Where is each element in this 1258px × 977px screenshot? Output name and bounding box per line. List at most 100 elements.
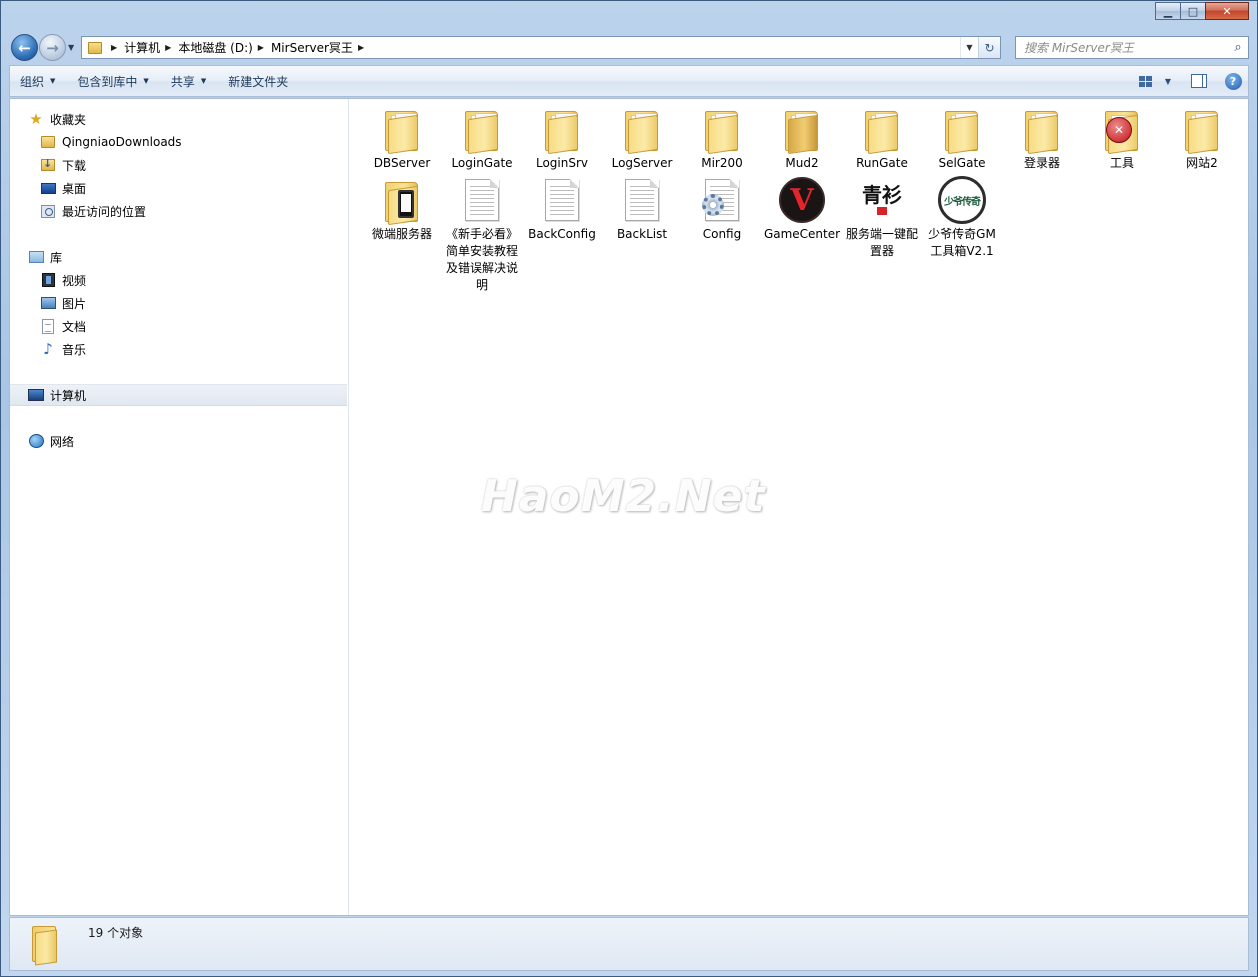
text-document-icon: [538, 176, 586, 224]
change-view-button[interactable]: [1130, 66, 1160, 96]
file-name: Mud2: [785, 156, 819, 170]
file-item-dbserver[interactable]: DBServer: [362, 105, 442, 172]
folder-phone-icon: [378, 176, 426, 226]
nav-item-label: 音乐: [62, 342, 87, 357]
help-button[interactable]: ?: [1218, 66, 1248, 96]
search-icon[interactable]: ⌕: [1228, 40, 1248, 55]
command-bar: 组织 ▼ 包含到库中 ▼ 共享 ▼ 新建文件夹 ▼ ?: [9, 65, 1249, 97]
desktop-icon: [40, 180, 56, 196]
folder-icon: [938, 105, 986, 155]
file-item-mud2[interactable]: Mud2: [762, 105, 842, 172]
folder-icon: [88, 41, 102, 54]
computer-icon: [28, 387, 44, 403]
file-item-selgate[interactable]: SelGate: [922, 105, 1002, 172]
minimize-button[interactable]: ▁: [1155, 2, 1181, 20]
breadcrumb-mirserver[interactable]: MirServer冥王: [271, 39, 353, 56]
file-item-loginsrv[interactable]: LoginSrv: [522, 105, 602, 172]
nav-computer[interactable]: 计算机: [10, 384, 347, 406]
folder-icon: [378, 105, 426, 155]
include-in-library-label: 包含到库中: [77, 74, 138, 89]
explorer-window: ▁ □ ✕ ← → ▼ ▶ 计算机 ▶ 本地磁盘 (D:) ▶ MirServe…: [0, 0, 1258, 977]
recent-pages-dropdown[interactable]: ▼: [68, 43, 74, 52]
file-name: BackList: [616, 227, 668, 241]
folder-icon: [618, 105, 666, 155]
arrow-right-icon: →: [46, 38, 59, 57]
text-document-icon: [458, 176, 506, 224]
nav-qingniaodownloads[interactable]: QingniaoDownloads: [10, 131, 347, 153]
file-item-mir200[interactable]: Mir200: [682, 105, 762, 172]
nav-music[interactable]: ♪ 音乐: [10, 338, 347, 360]
nav-recent-places[interactable]: 最近访问的位置: [10, 200, 347, 222]
file-item-website2[interactable]: 网站2: [1162, 105, 1242, 172]
address-bar[interactable]: ▶ 计算机 ▶ 本地磁盘 (D:) ▶ MirServer冥王 ▶ ▼ ↻: [81, 36, 1001, 59]
file-item-tools[interactable]: ✕ 工具: [1082, 105, 1162, 172]
file-item-gamecenter[interactable]: V GameCenter: [762, 176, 842, 243]
new-folder-button[interactable]: 新建文件夹: [218, 66, 300, 96]
breadcrumb-drive-d[interactable]: 本地磁盘 (D:): [178, 39, 252, 56]
chevron-down-icon: ▼: [200, 77, 207, 85]
close-button[interactable]: ✕: [1205, 2, 1249, 20]
breadcrumb-computer[interactable]: 计算机: [124, 39, 160, 56]
forward-button[interactable]: →: [39, 34, 66, 61]
view-options-dropdown[interactable]: ▼: [1160, 66, 1176, 96]
file-name: 微端服务器: [371, 227, 432, 241]
file-item-gm-toolbox[interactable]: 少爷传奇 少爷传奇GM工具箱V2.1: [922, 176, 1002, 260]
nav-desktop[interactable]: 桌面: [10, 177, 347, 199]
chevron-right-icon[interactable]: ▶: [165, 43, 171, 52]
nav-libraries[interactable]: 库: [10, 246, 347, 268]
nav-videos[interactable]: 视频: [10, 269, 347, 291]
preview-pane-button[interactable]: [1184, 66, 1214, 96]
video-icon: [40, 272, 56, 288]
folder-icon: [1178, 105, 1226, 155]
file-name: LoginGate: [451, 156, 513, 170]
file-item-logingate[interactable]: LoginGate: [442, 105, 522, 172]
chevron-right-icon[interactable]: ▶: [358, 43, 364, 52]
file-item-server-configurator[interactable]: 青衫 服务端一键配置器: [842, 176, 922, 260]
nav-favorites[interactable]: ★ 收藏夹: [10, 108, 347, 130]
nav-favorites-label: 收藏夹: [50, 112, 87, 127]
address-history-dropdown[interactable]: ▼: [960, 37, 978, 58]
chevron-down-icon: ▼: [50, 77, 56, 85]
folder-icon: [858, 105, 906, 155]
picture-icon: [40, 295, 56, 311]
item-count: 19 个对象: [88, 926, 144, 940]
file-name: LogServer: [611, 156, 673, 170]
file-item-backlist[interactable]: BackList: [602, 176, 682, 243]
nav-downloads[interactable]: 下载: [10, 154, 347, 176]
back-button[interactable]: ←: [11, 34, 38, 61]
nav-pictures[interactable]: 图片: [10, 292, 347, 314]
file-item-readme[interactable]: 《新手必看》简单安装教程及错误解决说明: [442, 176, 522, 294]
organize-button[interactable]: 组织 ▼: [10, 66, 67, 96]
file-item-config[interactable]: Config: [682, 176, 762, 243]
folder-tool-icon: ✕: [1098, 105, 1146, 155]
share-button[interactable]: 共享 ▼: [161, 66, 218, 96]
nav-network[interactable]: 网络: [10, 430, 347, 452]
file-item-rungate[interactable]: RunGate: [842, 105, 922, 172]
file-name: 《新手必看》简单安装教程及错误解决说明: [445, 227, 518, 292]
file-name: LoginSrv: [535, 156, 589, 170]
preview-pane-icon: [1191, 74, 1207, 88]
file-name: RunGate: [856, 156, 908, 170]
star-icon: ★: [29, 110, 43, 128]
caption-buttons: ▁ □ ✕: [1155, 2, 1249, 20]
maximize-button[interactable]: □: [1180, 2, 1206, 20]
search-input[interactable]: [1024, 40, 1228, 55]
new-folder-label: 新建文件夹: [228, 74, 289, 89]
search-box[interactable]: ⌕: [1015, 36, 1249, 59]
include-in-library-button[interactable]: 包含到库中 ▼: [67, 66, 160, 96]
nav-item-label: 文档: [62, 319, 87, 334]
file-item-logserver[interactable]: LogServer: [602, 105, 682, 172]
config-file-icon: [698, 176, 746, 224]
file-item-backconfig[interactable]: BackConfig: [522, 176, 602, 243]
file-name: 登录器: [1023, 156, 1060, 170]
nav-libraries-label: 库: [50, 250, 63, 265]
recent-places-icon: [40, 203, 56, 219]
file-item-microserver[interactable]: 微端服务器: [362, 176, 442, 243]
navigation-row: ← → ▼ ▶ 计算机 ▶ 本地磁盘 (D:) ▶ MirServer冥王 ▶ …: [9, 31, 1249, 63]
refresh-button[interactable]: ↻: [978, 37, 1000, 58]
file-item-launcher[interactable]: 登录器: [1002, 105, 1082, 172]
chevron-right-icon[interactable]: ▶: [111, 43, 117, 52]
nav-item-label: 图片: [62, 296, 87, 311]
nav-documents[interactable]: 文档: [10, 315, 347, 337]
chevron-right-icon[interactable]: ▶: [258, 43, 264, 52]
